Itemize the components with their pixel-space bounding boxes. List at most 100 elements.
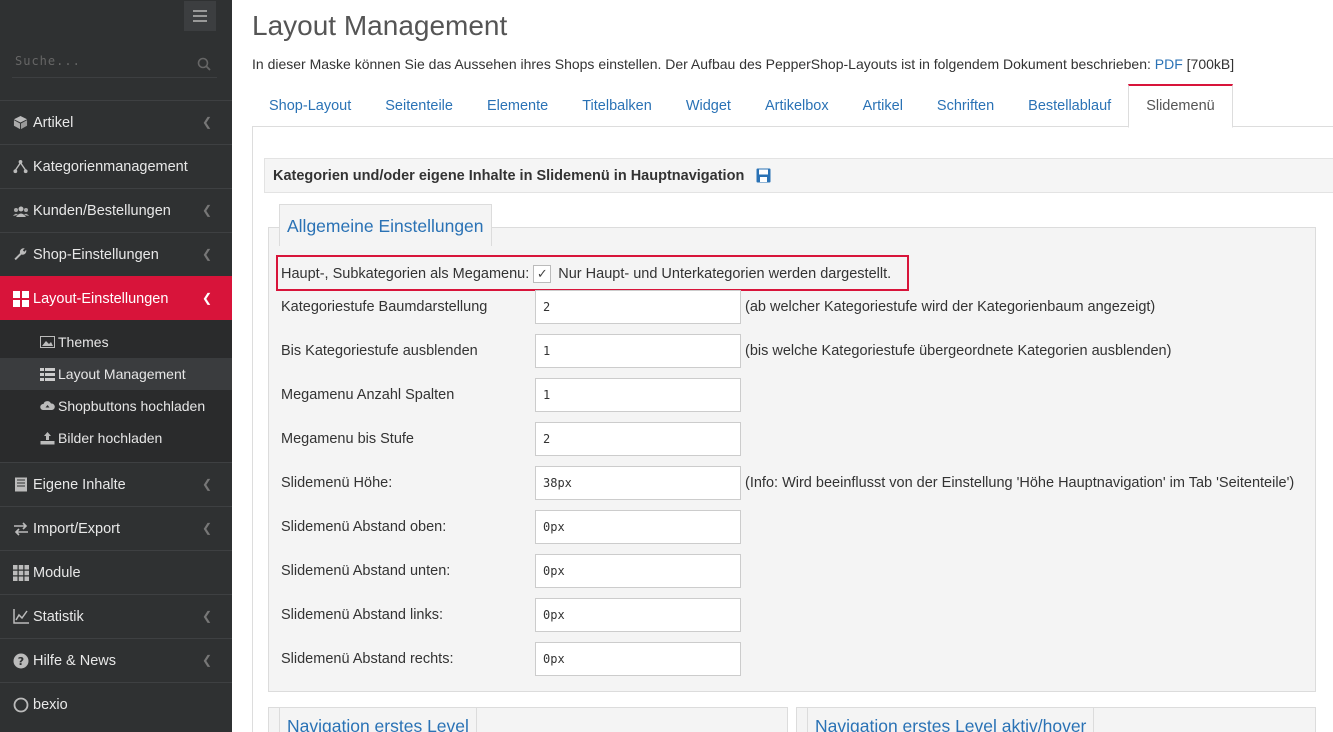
field-row: Bis Kategoriestufe ausblenden (bis welch… — [281, 334, 1171, 368]
tab-shop-layout[interactable]: Shop-Layout — [252, 84, 368, 127]
sidebar-item-label: Statistik — [33, 608, 84, 625]
sidebar-item-label: Shop-Einstellungen — [33, 246, 159, 263]
main-content: Layout Management In dieser Maske können… — [232, 0, 1333, 732]
exchange-icon — [12, 520, 29, 537]
book-icon — [12, 476, 29, 493]
tab-titelbalken[interactable]: Titelbalken — [565, 84, 669, 127]
search-icon[interactable] — [197, 57, 211, 71]
slidemenu-hoehe-input[interactable] — [535, 466, 741, 500]
sidebar-item-import-export[interactable]: Import/Export ❮ — [0, 506, 232, 550]
sidebar-item-eigene-inhalte[interactable]: Eigene Inhalte ❮ — [0, 462, 232, 506]
field-row: Slidemenü Höhe: (Info: Wird beeinflusst … — [281, 466, 1294, 500]
field-label: Slidemenü Abstand rechts: — [281, 651, 454, 667]
sidebar-item-label: Artikel — [33, 114, 74, 131]
page-description: In dieser Maske können Sie das Aussehen … — [252, 56, 1235, 72]
sidebar-item-label: Hilfe & News — [33, 652, 116, 669]
chart-icon — [12, 608, 29, 625]
sidebar-subnav: Themes Layout Management Shopbuttons hoc… — [0, 320, 232, 462]
cube-icon — [12, 114, 29, 131]
chevron-down-icon: ❮ — [201, 291, 212, 305]
image-icon — [40, 336, 56, 348]
megamenu-spalten-input[interactable] — [535, 378, 741, 412]
megamenu-checkbox[interactable]: ✓ — [533, 265, 552, 283]
checkmark-icon: ✓ — [536, 266, 548, 281]
sidebar-subitem-layout-management[interactable]: Layout Management — [0, 358, 232, 390]
tab-elemente[interactable]: Elemente — [470, 84, 565, 127]
chevron-left-icon: ❮ — [201, 477, 212, 491]
nav-level1-legend: Navigation erstes Level — [279, 707, 477, 732]
sidebar-item-statistik[interactable]: Statistik ❮ — [0, 594, 232, 638]
cloud-upload-icon — [40, 400, 56, 412]
megamenu-stufe-input[interactable] — [535, 422, 741, 456]
menu-toggle-button[interactable] — [184, 1, 216, 31]
sitemap-icon — [12, 158, 29, 175]
svg-text:?: ? — [17, 655, 23, 668]
field-row: Megamenu Anzahl Spalten — [281, 378, 741, 412]
field-label: Slidemenü Abstand oben: — [281, 519, 447, 535]
chevron-left-icon: ❮ — [201, 203, 212, 217]
kategoriestufe-baum-input[interactable] — [535, 290, 741, 324]
field-label: Slidemenü Abstand unten: — [281, 563, 451, 579]
sidebar: Artikel ❮ Kategorienmanagement Kunden/Be… — [0, 0, 232, 732]
tab-schriften[interactable]: Schriften — [920, 84, 1011, 127]
sidebar-subitem-label: Themes — [58, 334, 109, 350]
sidebar-item-kategorienmanagement[interactable]: Kategorienmanagement — [0, 144, 232, 188]
tab-artikel[interactable]: Artikel — [846, 84, 920, 127]
field-row: Slidemenü Abstand oben: — [281, 510, 741, 544]
megamenu-label: Haupt-, Subkategorien als Megamenu: — [281, 266, 530, 282]
sidebar-item-shop-einstellungen[interactable]: Shop-Einstellungen ❮ — [0, 232, 232, 276]
sidebar-subitem-bilder[interactable]: Bilder hochladen — [0, 422, 232, 454]
sidebar-subitem-shopbuttons[interactable]: Shopbuttons hochladen — [0, 390, 232, 422]
abstand-links-input[interactable] — [535, 598, 741, 632]
pdf-link[interactable]: PDF — [1155, 56, 1183, 72]
tab-bestellablauf[interactable]: Bestellablauf — [1011, 84, 1128, 127]
field-hint: (ab welcher Kategoriestufe wird der Kate… — [745, 299, 1156, 315]
tab-bar: Shop-Layout Seitenteile Elemente Titelba… — [252, 84, 1333, 128]
abstand-oben-input[interactable] — [535, 510, 741, 544]
field-row: Kategoriestufe Baumdarstellung (ab welch… — [281, 290, 1155, 324]
page-title: Layout Management — [252, 10, 508, 41]
sidebar-item-kunden[interactable]: Kunden/Bestellungen ❮ — [0, 188, 232, 232]
sidebar-item-bexio[interactable]: bexio — [0, 682, 232, 726]
field-hint: (Info: Wird beeinflusst von der Einstell… — [745, 475, 1295, 491]
hamburger-icon — [193, 10, 207, 12]
sidebar-subitem-themes[interactable]: Themes — [0, 326, 232, 358]
chevron-left-icon: ❮ — [201, 247, 212, 261]
tab-widget[interactable]: Widget — [669, 84, 748, 127]
sidebar-subitem-label: Shopbuttons hochladen — [58, 398, 206, 414]
section-header: Kategorien und/oder eigene Inhalte in Sl… — [264, 158, 1333, 193]
search-input[interactable] — [12, 48, 182, 74]
sidebar-item-layout-einstellungen[interactable]: Layout-Einstellungen ❮ — [0, 276, 232, 320]
abstand-rechts-input[interactable] — [535, 642, 741, 676]
sidebar-item-artikel[interactable]: Artikel ❮ — [0, 100, 232, 144]
tab-seitenteile[interactable]: Seitenteile — [368, 84, 470, 127]
field-row: Megamenu bis Stufe — [281, 422, 741, 456]
layout-icon — [12, 290, 29, 307]
abstand-unten-input[interactable] — [535, 554, 741, 588]
kategoriestufe-ausblenden-input[interactable] — [535, 334, 741, 368]
field-label: Bis Kategoriestufe ausblenden — [281, 343, 478, 359]
field-hint: (bis welche Kategoriestufe übergeordnete… — [745, 343, 1172, 359]
tab-artikelbox[interactable]: Artikelbox — [748, 84, 846, 127]
field-row: Slidemenü Abstand rechts: — [281, 642, 741, 676]
sidebar-search — [12, 48, 217, 78]
sidebar-item-module[interactable]: Module — [0, 550, 232, 594]
users-icon — [12, 202, 29, 219]
field-label: Kategoriestufe Baumdarstellung — [281, 299, 488, 315]
sidebar-nav: Artikel ❮ Kategorienmanagement Kunden/Be… — [0, 100, 232, 726]
tab-slidemenue[interactable]: Slidemenü — [1128, 84, 1233, 128]
sidebar-item-label: Layout-Einstellungen — [33, 290, 169, 307]
field-label: Slidemenü Abstand links: — [281, 607, 444, 623]
save-icon[interactable] — [756, 168, 771, 183]
sidebar-item-hilfe-news[interactable]: ? Hilfe & News ❮ — [0, 638, 232, 682]
sidebar-item-label: bexio — [33, 696, 68, 713]
megamenu-hint: Nur Haupt- und Unterkategorien werden da… — [558, 266, 892, 282]
sidebar-item-label: Import/Export — [33, 520, 121, 537]
nav-level1-hover-legend: Navigation erstes Level aktiv/hover — [807, 707, 1095, 732]
sidebar-subitem-label: Bilder hochladen — [58, 430, 163, 446]
field-row: Slidemenü Abstand unten: — [281, 554, 741, 588]
field-label: Megamenu Anzahl Spalten — [281, 387, 455, 403]
list-icon — [40, 367, 56, 381]
sidebar-subitem-label: Layout Management — [58, 366, 186, 382]
sidebar-item-label: Kategorienmanagement — [33, 158, 188, 175]
